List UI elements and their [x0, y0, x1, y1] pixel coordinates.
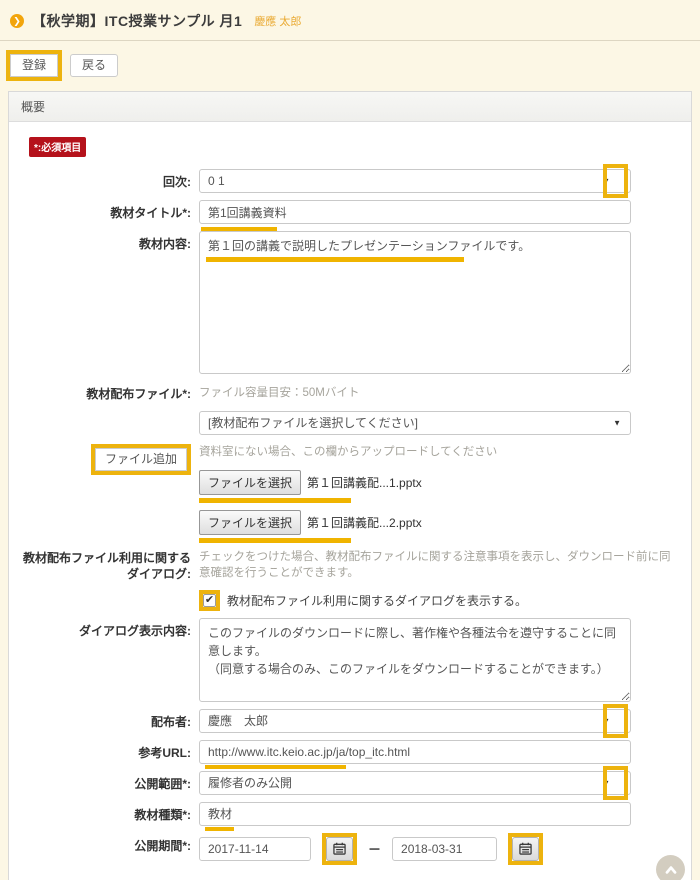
page-header: ❯ 【秋学期】ITC授業サンプル 月1 慶應 太郎	[0, 0, 700, 41]
publish-scope-select-value: 履修者のみ公開	[208, 774, 292, 791]
material-content-textarea[interactable]: 第１回の講義で説明したプレゼンテーションファイルです。	[199, 231, 631, 374]
highlight-box-register-top: 登録	[6, 50, 62, 81]
highlight-box-file-add: ファイル追加	[91, 444, 191, 475]
period-end-input[interactable]	[392, 837, 497, 861]
chevron-down-icon: ▼	[613, 418, 621, 427]
session-select-value: 0 1	[208, 174, 225, 188]
period-start-input[interactable]	[199, 837, 311, 861]
highlight-box-dialog-checkbox	[199, 590, 220, 611]
highlight-underline-file-1	[199, 498, 351, 503]
publish-scope-select[interactable]: 履修者のみ公開 ▼	[199, 771, 631, 795]
dialog-text-label: ダイアログ表示内容:	[19, 618, 199, 702]
usage-dialog-hint: チェックをつけた場合、教材配布ファイルに関する注意事項を表示し、ダウンロード前に…	[199, 545, 681, 582]
file-add-cell: ファイル追加	[19, 440, 199, 541]
file-choose-button-1[interactable]: ファイルを選択	[199, 470, 301, 495]
back-button-top[interactable]: 戻る	[70, 54, 118, 77]
row-publish-period: 公開期間*:	[19, 833, 681, 865]
highlight-underline-file-2	[199, 538, 351, 543]
material-title-label: 教材タイトル*:	[19, 200, 199, 224]
chevron-up-icon	[663, 862, 679, 878]
dist-file-label: 教材配布ファイル*:	[19, 381, 199, 435]
material-title-input[interactable]	[199, 200, 631, 224]
distributor-label: 配布者:	[19, 709, 199, 733]
highlight-box-calendar-start	[322, 833, 357, 865]
chevron-down-icon: ▼	[602, 778, 610, 787]
row-material-title: 教材タイトル*:	[19, 200, 681, 224]
file-row-2: ファイルを選択 第１回講義配...2.pptx	[199, 510, 422, 535]
reference-url-input[interactable]	[199, 740, 631, 764]
row-material-type: 教材種類*:	[19, 802, 681, 826]
dist-file-select-value: [教材配布ファイルを選択してください]	[208, 414, 418, 431]
calendar-icon-end[interactable]	[512, 837, 539, 861]
row-dialog-text: ダイアログ表示内容: このファイルのダウンロードに際し、著作権や各種法令を遵守す…	[19, 618, 681, 702]
file-add-button[interactable]: ファイル追加	[95, 448, 187, 471]
material-content-label: 教材内容:	[19, 231, 199, 374]
publish-period-controls: －	[199, 833, 681, 865]
material-type-label: 教材種類*:	[19, 802, 199, 826]
row-material-content: 教材内容: 第１回の講義で説明したプレゼンテーションファイルです。	[19, 231, 681, 374]
row-dist-file: 教材配布ファイル*: ファイル容量目安：50Mバイト [教材配布ファイルを選択し…	[19, 381, 681, 435]
highlight-underline-url	[205, 765, 346, 769]
distributor-select[interactable]: 慶應 太郎 ▼	[199, 709, 631, 733]
material-type-input[interactable]	[199, 802, 631, 826]
usage-dialog-checkbox[interactable]	[203, 594, 216, 607]
teacher-name: 慶應 太郎	[254, 13, 301, 29]
reference-url-label: 参考URL:	[19, 740, 199, 764]
row-session: 回次: 0 1 ▼	[19, 169, 681, 193]
calendar-icon	[519, 842, 532, 855]
usage-dialog-checkbox-label: 教材配布ファイル利用に関するダイアログを表示する。	[227, 592, 527, 609]
upload-hint: 資料室にない場合、この欄からアップロードしてください	[199, 440, 681, 461]
dist-file-select[interactable]: [教材配布ファイルを選択してください] ▼	[199, 411, 631, 435]
dialog-text-textarea[interactable]: このファイルのダウンロードに際し、著作権や各種法令を遵守することに同意します。 …	[199, 618, 631, 702]
page-title: 【秋学期】ITC授業サンプル 月1	[32, 11, 242, 31]
file-choose-button-2[interactable]: ファイルを選択	[199, 510, 301, 535]
panel-body: *:必須項目 回次: 0 1 ▼ 教材タイトル*: 教材内容:	[9, 122, 691, 880]
session-label: 回次:	[19, 169, 199, 193]
file-size-hint: ファイル容量目安：50Mバイト	[199, 381, 681, 402]
overview-panel: 概要 *:必須項目 回次: 0 1 ▼ 教材タイトル*: 教材内容:	[8, 91, 692, 880]
calendar-icon	[333, 842, 346, 855]
session-select[interactable]: 0 1 ▼	[199, 169, 631, 193]
row-usage-dialog: 教材配布ファイル利用に関するダイアログ: チェックをつけた場合、教材配布ファイル…	[19, 545, 681, 611]
period-separator: －	[368, 839, 381, 858]
row-reference-url: 参考URL:	[19, 740, 681, 764]
file-name-2: 第１回講義配...2.pptx	[307, 514, 422, 531]
usage-dialog-label: 教材配布ファイル利用に関するダイアログ:	[19, 545, 199, 611]
highlight-box-calendar-end	[508, 833, 543, 865]
chevron-down-icon: ▼	[602, 716, 610, 725]
scroll-to-top-button[interactable]	[656, 855, 685, 880]
file-name-1: 第１回講義配...1.pptx	[307, 474, 422, 491]
orange-bullet-icon: ❯	[10, 14, 24, 28]
top-toolbar: 登録 戻る	[0, 41, 700, 91]
panel-header: 概要	[9, 92, 691, 122]
row-distributor: 配布者: 慶應 太郎 ▼	[19, 709, 681, 733]
publish-period-label: 公開期間*:	[19, 833, 199, 865]
required-badge: *:必須項目	[29, 137, 86, 157]
row-publish-scope: 公開範囲*: 履修者のみ公開 ▼	[19, 771, 681, 795]
file-row-1: ファイルを選択 第１回講義配...1.pptx	[199, 470, 422, 495]
register-button-top[interactable]: 登録	[10, 54, 58, 77]
usage-dialog-check-row: 教材配布ファイル利用に関するダイアログを表示する。	[199, 590, 681, 611]
publish-scope-label: 公開範囲*:	[19, 771, 199, 795]
calendar-icon-start[interactable]	[326, 837, 353, 861]
distributor-select-value: 慶應 太郎	[208, 712, 268, 729]
row-file-add: ファイル追加 資料室にない場合、この欄からアップロードしてください ファイルを選…	[19, 440, 681, 541]
highlight-underline-type	[205, 827, 234, 831]
chevron-down-icon: ▼	[602, 177, 610, 186]
